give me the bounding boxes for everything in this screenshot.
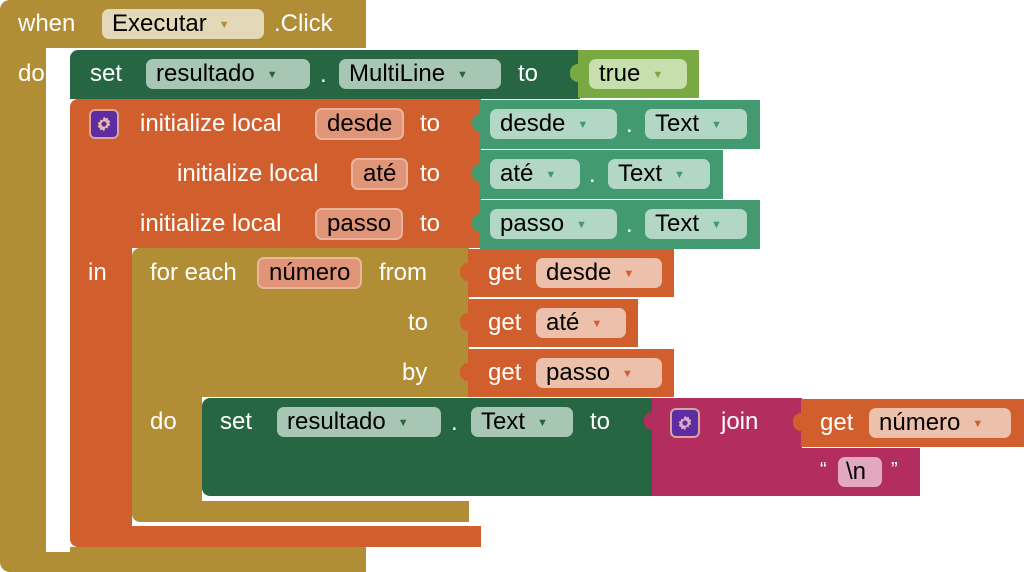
mutator-gear-button-locals[interactable] bbox=[89, 109, 119, 139]
get-label-2: get bbox=[488, 309, 522, 336]
for-each-label: for each bbox=[150, 259, 237, 286]
puzzle-tab bbox=[472, 214, 480, 232]
component-dropdown-ate[interactable]: até bbox=[490, 159, 580, 189]
component-dropdown-desde[interactable]: desde bbox=[490, 109, 617, 139]
puzzle-tab bbox=[460, 313, 468, 331]
from-label: from bbox=[379, 259, 427, 286]
do-label: do bbox=[18, 60, 45, 87]
dot-label-st: . bbox=[451, 409, 458, 436]
initialize-local-label-2: initialize local bbox=[177, 160, 319, 187]
gear-icon bbox=[678, 415, 692, 431]
puzzle-tab bbox=[793, 462, 801, 480]
puzzle-tab bbox=[472, 164, 480, 182]
property-dropdown-passo-text[interactable]: Text bbox=[645, 209, 747, 239]
local-var-name-passo[interactable]: passo bbox=[315, 208, 404, 240]
in-label: in bbox=[88, 259, 107, 286]
initialize-local-label-1: initialize local bbox=[140, 110, 282, 137]
for-var-name-numero[interactable]: número bbox=[257, 257, 363, 289]
property-dropdown-desde-text[interactable]: Text bbox=[645, 109, 747, 139]
property-dropdown-text[interactable]: Text bbox=[471, 407, 573, 437]
component-dropdown-resultado-1[interactable]: resultado bbox=[146, 59, 310, 89]
gear-icon bbox=[97, 116, 111, 132]
close-quote: ” bbox=[891, 459, 898, 481]
local-var-name-ate[interactable]: até bbox=[351, 158, 409, 190]
to-label-3: to bbox=[420, 210, 441, 237]
to-label-2: to bbox=[420, 160, 441, 187]
dot-label-1: . bbox=[626, 111, 633, 138]
open-quote: “ bbox=[820, 459, 827, 481]
puzzle-tab bbox=[472, 114, 480, 132]
get-var-dropdown-passo[interactable]: passo bbox=[536, 358, 662, 388]
dot-label-3: . bbox=[626, 211, 633, 238]
puzzle-tab bbox=[460, 363, 468, 381]
property-dropdown-multiline[interactable]: MultiLine bbox=[339, 59, 501, 89]
get-label-1: get bbox=[488, 259, 522, 286]
get-label-3: get bbox=[488, 359, 522, 386]
do-label-for: do bbox=[150, 408, 177, 435]
initialize-local-label-3: initialize local bbox=[140, 210, 282, 237]
puzzle-tab bbox=[460, 263, 468, 281]
for-footer bbox=[202, 501, 469, 522]
puzzle-tab bbox=[793, 413, 801, 431]
local-var-name-desde[interactable]: desde bbox=[315, 108, 405, 140]
when-label: when bbox=[18, 10, 76, 37]
event-name-label: .Click bbox=[274, 10, 333, 37]
component-dropdown-resultado-2[interactable]: resultado bbox=[277, 407, 441, 437]
set-label-1: set bbox=[90, 60, 123, 87]
puzzle-tab bbox=[644, 412, 652, 430]
by-label: by bbox=[402, 359, 428, 386]
mutator-gear-button-join[interactable] bbox=[670, 408, 700, 438]
to-label-for: to bbox=[408, 309, 429, 336]
puzzle-tab bbox=[570, 64, 578, 82]
get-var-dropdown-ate[interactable]: até bbox=[536, 308, 626, 338]
component-dropdown-passo[interactable]: passo bbox=[490, 209, 617, 239]
event-footer-strip bbox=[70, 547, 366, 552]
dot-label-2: . bbox=[589, 161, 596, 188]
component-dropdown-executar[interactable]: Executar bbox=[102, 9, 264, 39]
get-var-dropdown-numero[interactable]: número bbox=[869, 408, 1011, 438]
text-string-value[interactable]: \n bbox=[838, 457, 882, 487]
get-label-4: get bbox=[820, 409, 854, 436]
property-dropdown-ate-text[interactable]: Text bbox=[608, 159, 710, 189]
set-label-2: set bbox=[220, 408, 253, 435]
dot-label-ml: . bbox=[320, 61, 327, 88]
get-var-dropdown-desde[interactable]: desde bbox=[536, 258, 662, 288]
boolean-dropdown-true[interactable]: true bbox=[589, 59, 687, 89]
locals-footer bbox=[132, 526, 481, 547]
to-label-1: to bbox=[420, 110, 441, 137]
join-label: join bbox=[721, 408, 759, 435]
to-label-st: to bbox=[590, 408, 611, 435]
to-label-ml: to bbox=[518, 60, 539, 87]
